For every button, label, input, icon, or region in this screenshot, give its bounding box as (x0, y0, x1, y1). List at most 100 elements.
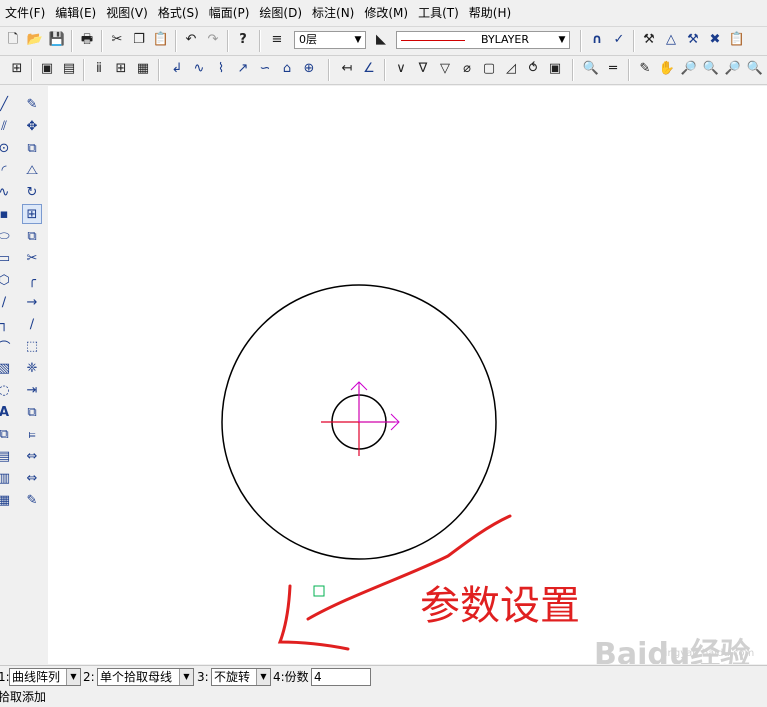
cut-icon[interactable]: ✂ (108, 31, 126, 49)
menu-modify[interactable]: 修改(M) (359, 0, 413, 26)
property-brush-icon[interactable]: ⧉ (22, 402, 42, 422)
clipboard-icon[interactable]: 📋 (728, 31, 746, 49)
extend-icon[interactable]: → (22, 292, 42, 312)
paste-icon[interactable]: 📋 (152, 31, 170, 49)
scale-icon[interactable]: ⧉ (22, 226, 42, 246)
color-icon[interactable]: ◣ (372, 31, 390, 49)
attribute-icon[interactable]: ▦ (0, 490, 14, 510)
zoom-previous-icon[interactable]: 🔍 (746, 60, 764, 78)
dimension-icon[interactable]: ⊞ (8, 60, 26, 78)
copy-select-icon[interactable]: ⧉ (22, 138, 42, 158)
trim-icon[interactable]: ✂ (22, 248, 42, 268)
move-icon[interactable]: ✥ (22, 116, 42, 136)
parallel-line-icon[interactable]: ⫽ (0, 116, 14, 136)
point-icon[interactable]: ▪ (0, 204, 14, 224)
menu-file[interactable]: 文件(F) (0, 0, 50, 26)
open-folder-icon[interactable]: 📂 (26, 31, 44, 49)
roughness-icon[interactable]: ∨ (392, 60, 410, 78)
copy-icon[interactable]: ❐ (130, 31, 148, 49)
table-icon[interactable]: ⊞ (112, 60, 130, 78)
erase-icon[interactable]: ✎ (22, 94, 42, 114)
snap-icon[interactable]: ∩ (588, 31, 606, 49)
undo-icon[interactable]: ↶ (182, 31, 200, 49)
tool-icon[interactable]: ⚒ (684, 31, 702, 49)
linetype-select[interactable]: BYLAYER ▼ (396, 31, 570, 49)
menu-edit[interactable]: 编辑(E) (50, 0, 101, 26)
hatch-icon[interactable]: ▧ (0, 358, 14, 378)
view-icon[interactable]: ▣ (546, 60, 564, 78)
insert-image-icon[interactable]: ▤ (0, 446, 14, 466)
property-icon[interactable]: ⚒ (640, 31, 658, 49)
rectangle-icon[interactable]: ▭ (0, 248, 14, 268)
stretch-icon[interactable]: ⬚ (22, 336, 42, 356)
center-mark-icon[interactable]: ⊕ (300, 60, 318, 78)
angle-dimension-icon[interactable]: ∠ (360, 60, 378, 78)
layer-manager-icon[interactable]: ≡ (268, 31, 286, 49)
distance-icon[interactable]: ═ (604, 60, 622, 78)
circle-icon[interactable]: ⊙ (0, 138, 14, 158)
polyline-icon[interactable]: ⌒ (0, 336, 14, 356)
line-icon[interactable]: ╱ (0, 94, 14, 114)
menu-dimension[interactable]: 标注(N) (307, 0, 359, 26)
polygon-icon[interactable]: ⬡ (0, 270, 14, 290)
bom-icon[interactable]: ▦ (134, 60, 152, 78)
copies-input[interactable]: 4 (311, 668, 371, 686)
fill-icon[interactable]: ◌ (0, 380, 14, 400)
weld-icon[interactable]: ∇ (414, 60, 432, 78)
wave-icon[interactable]: ∿ (190, 60, 208, 78)
linear-dimension-icon[interactable]: ↤ (338, 60, 356, 78)
datum-icon[interactable]: ▽ (436, 60, 454, 78)
format-painter-icon[interactable]: ✎ (22, 490, 42, 510)
delete-icon[interactable]: ✖ (706, 31, 724, 49)
break-icon[interactable]: ∕ (22, 314, 42, 334)
layer-select[interactable]: 0层 ▼ (294, 31, 366, 49)
centerline-icon[interactable]: ∕ (0, 292, 14, 312)
menu-view[interactable]: 视图(V) (101, 0, 153, 26)
layer-move-icon[interactable]: ⫢ (22, 424, 42, 444)
drawing-canvas[interactable]: 参数设置 Baidu经验 jingyan.baidu.com (48, 86, 767, 672)
library-icon[interactable]: ▥ (0, 468, 14, 488)
curve-icon[interactable]: ∽ (256, 60, 274, 78)
leader-icon[interactable]: ▢ (480, 60, 498, 78)
menu-format[interactable]: 格式(S) (153, 0, 204, 26)
zoom-all-icon[interactable]: 🔎 (724, 60, 742, 78)
hook-icon[interactable]: ↲ (168, 60, 186, 78)
dimension-edit-icon[interactable]: ⇔ (22, 446, 42, 466)
hole-icon[interactable]: ⌂ (278, 60, 296, 78)
mirror-icon[interactable]: ⧍ (22, 160, 42, 180)
pan-icon[interactable]: ✋ (658, 60, 676, 78)
rotate-icon[interactable]: ↻ (22, 182, 42, 202)
block-icon[interactable]: ⧉ (0, 424, 14, 444)
explode-icon[interactable]: ❈ (22, 358, 42, 378)
query-icon[interactable]: 🔍 (582, 60, 600, 78)
redo-icon[interactable]: ↷ (204, 31, 222, 49)
zigzag-icon[interactable]: ⌇ (212, 60, 230, 78)
number-icon[interactable]: ⅱ (90, 60, 108, 78)
fillet-icon[interactable]: ╭ (22, 270, 42, 290)
menu-draw[interactable]: 绘图(D) (254, 0, 307, 26)
array-type-select[interactable]: 曲线阵列 ▼ (9, 668, 81, 686)
arc-icon[interactable]: ◜ (0, 160, 14, 180)
pick-mode-select[interactable]: 单个拾取母线 ▼ (97, 668, 194, 686)
array-icon[interactable]: ⊞ (22, 204, 42, 224)
rotation-select[interactable]: 不旋转 ▼ (211, 668, 271, 686)
menu-tools[interactable]: 工具(T) (413, 0, 464, 26)
spline-icon[interactable]: ∿ (0, 182, 14, 202)
align-icon[interactable]: ⇥ (22, 380, 42, 400)
help-cursor-icon[interactable]: ? (234, 31, 252, 49)
zoom-window-icon[interactable]: 🔍 (702, 60, 720, 78)
zoom-realtime-icon[interactable]: 🔎 (680, 60, 698, 78)
save-icon[interactable]: 💾 (48, 31, 66, 49)
arrow-icon[interactable]: ↗ (234, 60, 252, 78)
equidistant-icon[interactable]: ┐ (0, 314, 14, 334)
chamfer-icon[interactable]: ◿ (502, 60, 520, 78)
section-icon[interactable]: ⥀ (524, 60, 542, 78)
menu-help[interactable]: 帮助(H) (464, 0, 516, 26)
print-icon[interactable]: 🖶 (78, 31, 96, 49)
ellipse-icon[interactable]: ⬭ (0, 226, 14, 246)
dimension-style-icon[interactable]: ⇔ (22, 468, 42, 488)
pencil-icon[interactable]: ✎ (636, 60, 654, 78)
menu-sheet[interactable]: 幅面(P) (204, 0, 255, 26)
grid-snap-icon[interactable]: ✓ (610, 31, 628, 49)
measure-icon[interactable]: △ (662, 31, 680, 49)
